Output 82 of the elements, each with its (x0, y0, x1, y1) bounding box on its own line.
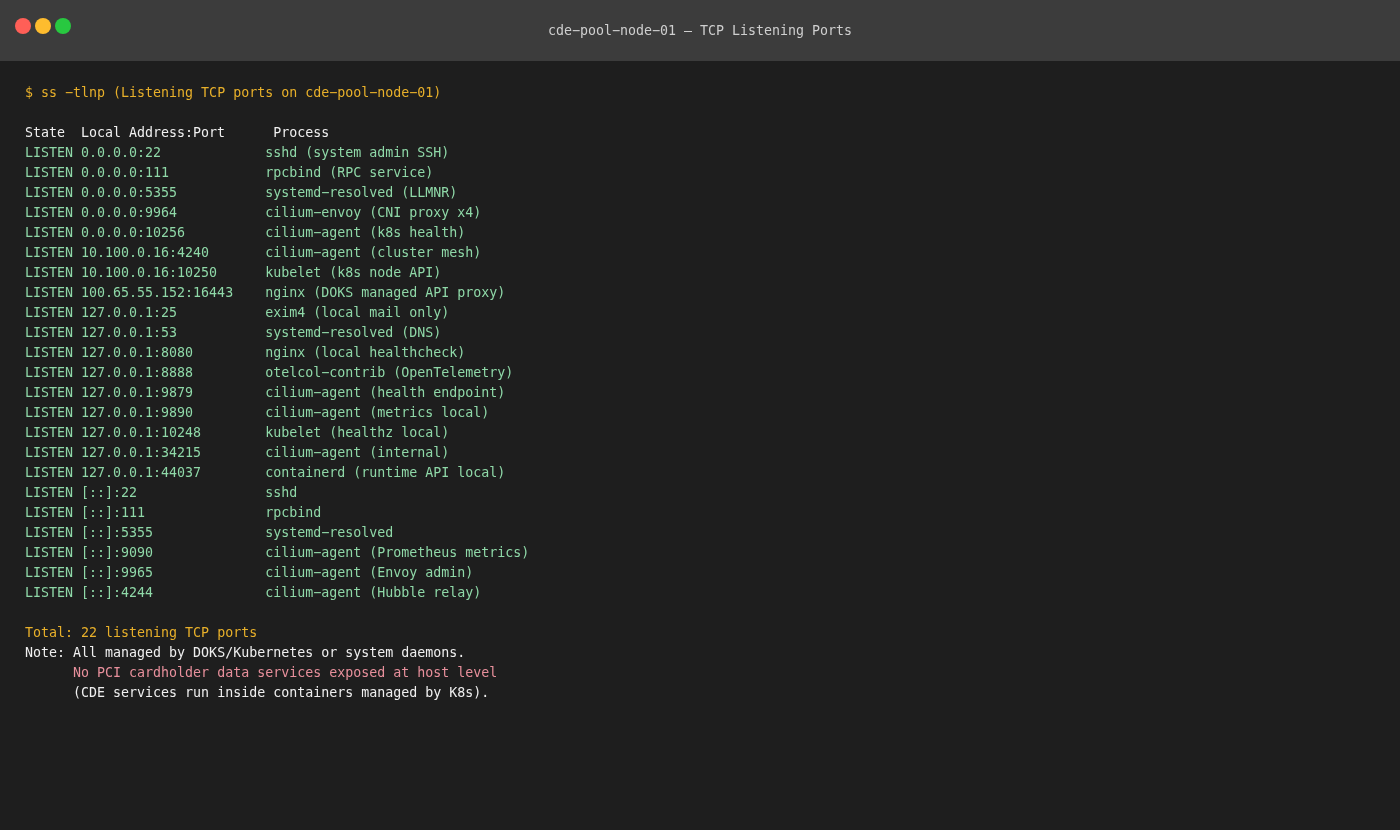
minimize-button[interactable] (35, 18, 51, 34)
address-cell-text: 10.100.0.16:10250 (81, 264, 219, 282)
address-cell-text: [::]:111 (81, 504, 147, 522)
address-cell-text: [::]:5355 (81, 524, 155, 542)
address-cell-text: 127.0.0.1:8888 (81, 364, 195, 382)
note-label: Note: (25, 644, 67, 662)
address-cell-text: 0.0.0.0:5355 (81, 184, 179, 202)
process-cell-text: otelcol−contrib (OpenTelemetry) (265, 364, 514, 382)
process-cell-text: cilium−agent (Envoy admin) (265, 564, 474, 582)
address-cell-text: 127.0.0.1:9890 (81, 404, 195, 422)
state-cell-text: LISTEN (25, 304, 75, 322)
process-cell-text: cilium−envoy (CNI proxy x4) (265, 204, 482, 222)
state-cell-text: LISTEN (25, 424, 75, 442)
process-cell-text: systemd−resolved (DNS) (265, 324, 442, 342)
state-cell-text: LISTEN (25, 164, 75, 182)
column-header: State (25, 124, 67, 142)
process-cell-text: rpcbind (RPC service) (265, 164, 434, 182)
address-cell-text: 127.0.0.1:10248 (81, 424, 203, 442)
state-cell-text: LISTEN (25, 144, 75, 162)
process-cell-text: exim4 (local mail only) (265, 304, 450, 322)
address-cell-text: 127.0.0.1:25 (81, 304, 179, 322)
process-cell-text: systemd−resolved (LLMNR) (265, 184, 458, 202)
process-cell-text: kubelet (k8s node API) (265, 264, 442, 282)
state-cell-text: LISTEN (25, 184, 75, 202)
state-cell-text: LISTEN (25, 544, 75, 562)
process-cell-text: cilium−agent (health endpoint) (265, 384, 506, 402)
note-text: No PCI cardholder data services exposed at host level (72, 664, 498, 682)
state-cell-text: LISTEN (25, 204, 75, 222)
state-cell-text: LISTEN (25, 284, 75, 302)
process-cell-text: cilium−agent (metrics local) (265, 404, 490, 422)
process-cell-text: cilium−agent (internal) (265, 444, 450, 462)
process-cell-text: rpcbind (265, 504, 322, 522)
address-cell-text: 127.0.0.1:8080 (81, 344, 195, 362)
column-header: Process (273, 124, 330, 142)
address-cell-text: 10.100.0.16:4240 (81, 244, 211, 262)
process-cell-text: kubelet (healthz local) (265, 424, 450, 442)
address-cell-text: [::]:9965 (81, 564, 155, 582)
state-cell-text: LISTEN (25, 524, 75, 542)
total-text: Total: 22 listening TCP ports (25, 624, 259, 642)
state-cell-text: LISTEN (25, 564, 75, 582)
state-cell-text: LISTEN (25, 224, 75, 242)
note-text: (CDE services run inside containers managed by K8s). (72, 684, 491, 702)
address-cell-text: 0.0.0.0:10256 (81, 224, 187, 242)
address-cell-text: [::]:4244 (81, 584, 155, 602)
address-cell-text: 127.0.0.1:9879 (81, 384, 195, 402)
process-cell-text: cilium−agent (Hubble relay) (265, 584, 482, 602)
state-cell-text: LISTEN (25, 364, 75, 382)
state-cell-text: LISTEN (25, 244, 75, 262)
address-cell-text: 127.0.0.1:44037 (81, 464, 203, 482)
state-cell-text: LISTEN (25, 404, 75, 422)
state-cell-text: LISTEN (25, 264, 75, 282)
maximize-button[interactable] (55, 18, 71, 34)
address-cell-text: [::]:9090 (81, 544, 155, 562)
state-cell-text: LISTEN (25, 484, 75, 502)
address-cell-text: 127.0.0.1:53 (81, 324, 179, 342)
address-cell-text: [::]:22 (81, 484, 139, 502)
address-cell-text: 100.65.55.152:16443 (81, 284, 235, 302)
process-cell-text: sshd (system admin SSH) (265, 144, 450, 162)
command-line: $ ss −tlnp (Listening TCP ports on cde−pool−node−01) (25, 84, 443, 102)
note-text: All managed by DOKS/Kubernetes or system daemons. (73, 644, 467, 662)
process-cell-text: nginx (local healthcheck) (265, 344, 466, 362)
process-cell-text: sshd (265, 484, 298, 502)
state-cell-text: LISTEN (25, 504, 75, 522)
process-cell-text: cilium−agent (k8s health) (265, 224, 466, 242)
state-cell-text: LISTEN (25, 384, 75, 402)
state-cell-text: LISTEN (25, 584, 75, 602)
process-cell-text: cilium−agent (Prometheus metrics) (265, 544, 530, 562)
address-cell-text: 127.0.0.1:34215 (81, 444, 203, 462)
state-cell-text: LISTEN (25, 464, 75, 482)
address-cell-text: 0.0.0.0:22 (81, 144, 163, 162)
process-cell-text: containerd (runtime API local) (265, 464, 506, 482)
address-cell-text: 0.0.0.0:111 (81, 164, 171, 182)
close-button[interactable] (15, 18, 31, 34)
process-cell-text: systemd−resolved (265, 524, 394, 542)
column-header: Local Address:Port (81, 124, 227, 142)
process-cell-text: cilium−agent (cluster mesh) (265, 244, 482, 262)
process-cell-text: nginx (DOKS managed API proxy) (265, 284, 506, 302)
state-cell-text: LISTEN (25, 344, 75, 362)
window-title: cde−pool−node−01 — TCP Listening Ports (547, 23, 853, 38)
state-cell-text: LISTEN (25, 444, 75, 462)
state-cell-text: LISTEN (25, 324, 75, 342)
address-cell-text: 0.0.0.0:9964 (81, 204, 179, 222)
